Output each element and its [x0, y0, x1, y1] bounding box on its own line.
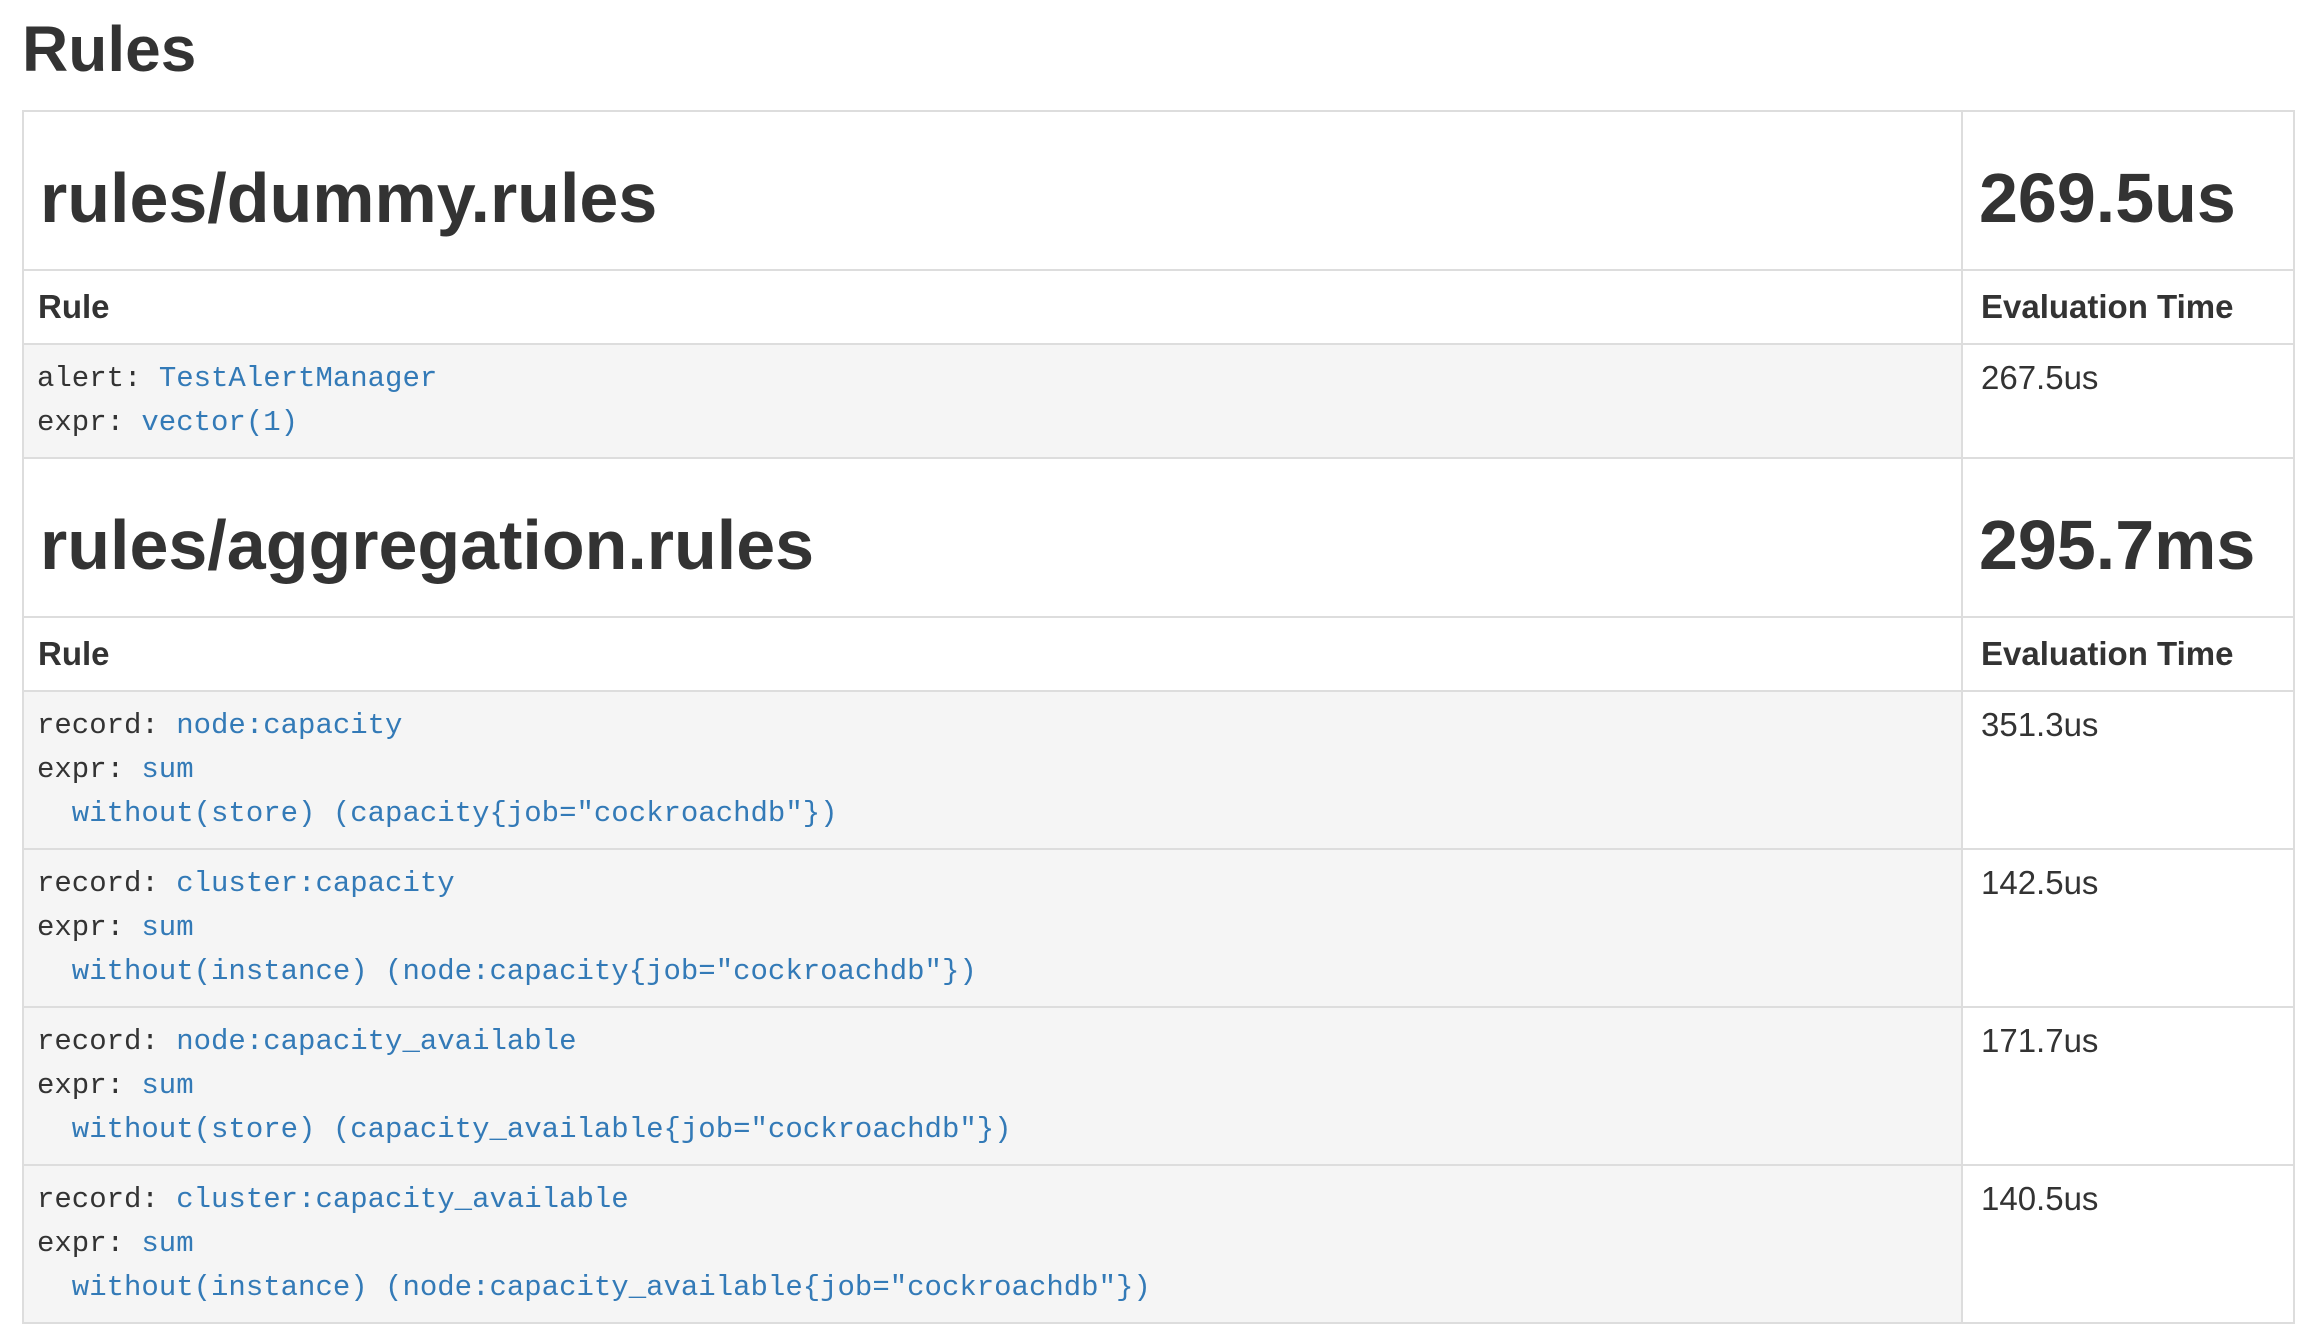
group-eval-time: 269.5us [1979, 160, 2277, 237]
rules-table: rules/dummy.rules 269.5us Rule Evaluatio… [22, 110, 2295, 1324]
group-name: rules/aggregation.rules [40, 507, 1945, 584]
rule-code-block: alert: TestAlertManager expr: vector(1) [24, 345, 1961, 457]
record-name-link[interactable]: cluster:capacity [176, 867, 454, 900]
rule-expr-line: expr:sum without(instance) (node:capacit… [37, 906, 1948, 994]
eval-time-column-header: Evaluation Time [1962, 270, 2294, 344]
rule-record-line: record: node:capacity_available [37, 1020, 1948, 1064]
record-name-link[interactable]: node:capacity [176, 709, 402, 742]
rule-key-label: expr: [37, 1069, 124, 1102]
rule-alert-line: alert: TestAlertManager [37, 357, 1948, 401]
rule-key-label: record: [37, 1025, 159, 1058]
rule-code-block: record: cluster:capacity expr:sum without… [24, 850, 1961, 1006]
rule-cell: alert: TestAlertManager expr: vector(1) [23, 344, 1962, 458]
rule-expr-line: expr:sum without(instance) (node:capacit… [37, 1222, 1948, 1310]
rule-eval-time: 267.5us [1962, 344, 2294, 458]
record-name-link[interactable]: node:capacity_available [176, 1025, 576, 1058]
alert-name-link[interactable]: TestAlertManager [159, 362, 437, 395]
rule-row: record: cluster:capacity_available expr:s… [23, 1165, 2294, 1323]
eval-time-column-header: Evaluation Time [1962, 617, 2294, 691]
rule-key-label: expr: [37, 406, 124, 439]
group-name-cell: rules/aggregation.rules [23, 458, 1962, 617]
column-header-row: Rule Evaluation Time [23, 270, 2294, 344]
rule-eval-time: 351.3us [1962, 691, 2294, 849]
rule-code-block: record: node:capacity expr:sum without(st… [24, 692, 1961, 848]
rule-key-label: expr: [37, 1227, 124, 1260]
rule-eval-time: 142.5us [1962, 849, 2294, 1007]
record-name-link[interactable]: cluster:capacity_available [176, 1183, 628, 1216]
group-name-cell: rules/dummy.rules [23, 111, 1962, 270]
rule-row: record: node:capacity_available expr:sum … [23, 1007, 2294, 1165]
rule-cell: record: cluster:capacity expr:sum without… [23, 849, 1962, 1007]
rule-cell: record: node:capacity_available expr:sum … [23, 1007, 1962, 1165]
rule-key-label: record: [37, 1183, 159, 1216]
rule-key-label: record: [37, 709, 159, 742]
rule-record-line: record: cluster:capacity_available [37, 1178, 1948, 1222]
rule-record-line: record: node:capacity [37, 704, 1948, 748]
rule-row: record: cluster:capacity expr:sum without… [23, 849, 2294, 1007]
rule-eval-time: 140.5us [1962, 1165, 2294, 1323]
group-name: rules/dummy.rules [40, 160, 1945, 237]
group-eval-time-cell: 295.7ms [1962, 458, 2294, 617]
rule-column-header: Rule [23, 617, 1962, 691]
rule-record-line: record: cluster:capacity [37, 862, 1948, 906]
group-header-row: rules/dummy.rules 269.5us [23, 111, 2294, 270]
rule-row: alert: TestAlertManager expr: vector(1) 26… [23, 344, 2294, 458]
rule-key-label: expr: [37, 911, 124, 944]
group-header-row: rules/aggregation.rules 295.7ms [23, 458, 2294, 617]
rule-code-block: record: node:capacity_available expr:sum … [24, 1008, 1961, 1164]
rule-expr-line: expr:sum without(store) (capacity_availa… [37, 1064, 1948, 1152]
expr-link[interactable]: sum without(store) (capacity{job="cockro… [37, 753, 838, 830]
rules-page: Rules rules/dummy.rules 269.5us Rule Eva… [0, 0, 2316, 1324]
expr-link[interactable]: sum without(instance) (node:capacity{job… [37, 911, 977, 988]
group-eval-time: 295.7ms [1979, 507, 2277, 584]
rule-cell: record: cluster:capacity_available expr:s… [23, 1165, 1962, 1323]
page-title: Rules [22, 14, 2295, 84]
rule-expr-line: expr:sum without(store) (capacity{job="c… [37, 748, 1948, 836]
expr-link[interactable]: vector(1) [141, 406, 298, 439]
rule-row: record: node:capacity expr:sum without(st… [23, 691, 2294, 849]
rule-eval-time: 171.7us [1962, 1007, 2294, 1165]
rule-key-label: expr: [37, 753, 124, 786]
rule-expr-line: expr: vector(1) [37, 401, 1948, 445]
rule-code-block: record: cluster:capacity_available expr:s… [24, 1166, 1961, 1322]
rule-key-label: alert: [37, 362, 141, 395]
rule-column-header: Rule [23, 270, 1962, 344]
expr-link[interactable]: sum without(store) (capacity_available{j… [37, 1069, 1012, 1146]
expr-link[interactable]: sum without(instance) (node:capacity_ava… [37, 1227, 1151, 1304]
column-header-row: Rule Evaluation Time [23, 617, 2294, 691]
group-eval-time-cell: 269.5us [1962, 111, 2294, 270]
rule-key-label: record: [37, 867, 159, 900]
rule-cell: record: node:capacity expr:sum without(st… [23, 691, 1962, 849]
